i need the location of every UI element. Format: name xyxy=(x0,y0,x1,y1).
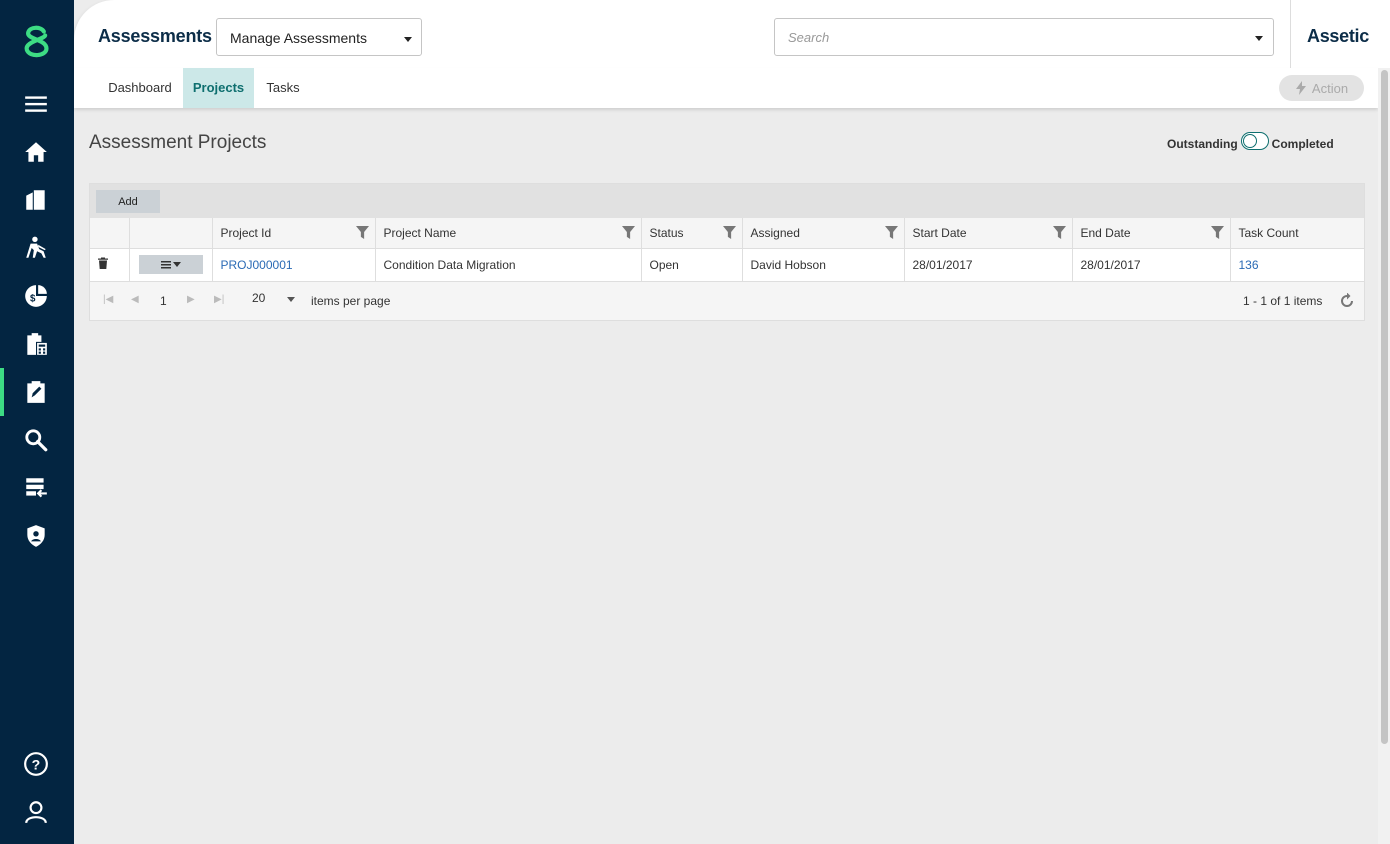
row-menu-cell xyxy=(129,248,213,282)
brand-logo-text: Assetic xyxy=(1307,26,1369,46)
chevron-down-icon xyxy=(404,37,412,42)
app-title: Assessments xyxy=(98,26,212,46)
page-size-select[interactable]: 20 xyxy=(252,291,265,305)
top-header: Assessments Manage Assessments Assetic xyxy=(74,0,1390,68)
delete-cell xyxy=(90,248,130,282)
toggle-label-completed: Completed xyxy=(1271,137,1334,151)
header-start-date[interactable]: Start Date xyxy=(904,218,1073,249)
items-per-page-label: items per page xyxy=(311,294,391,308)
first-page-icon[interactable]: |◀ xyxy=(103,294,113,305)
svg-text:?: ? xyxy=(32,756,41,772)
header-project-id[interactable]: Project Id xyxy=(212,218,376,249)
filter-icon[interactable] xyxy=(1052,226,1066,239)
sidebar-active-indicator xyxy=(0,368,4,416)
task-count-link[interactable]: 136 xyxy=(1239,258,1259,272)
filter-icon[interactable] xyxy=(1210,226,1224,239)
project-id-link[interactable]: PROJ000001 xyxy=(221,258,293,272)
finance-icon[interactable]: $ xyxy=(18,278,54,314)
hamburger-menu-icon[interactable] xyxy=(18,86,54,122)
prev-page-icon[interactable]: ◀ xyxy=(131,294,139,305)
add-button[interactable]: Add xyxy=(96,190,160,213)
chevron-down-icon xyxy=(172,262,181,267)
cell-assigned: David Hobson xyxy=(742,248,905,282)
last-page-icon[interactable]: ▶| xyxy=(214,294,224,305)
page-size-value: 20 xyxy=(252,291,266,305)
current-page[interactable]: 1 xyxy=(160,294,167,308)
status-toggle-group: Outstanding Completed xyxy=(1167,132,1334,153)
action-button[interactable]: Action xyxy=(1279,75,1364,101)
grid-toolbar: Add xyxy=(90,184,1364,218)
filter-icon[interactable] xyxy=(355,226,369,239)
tab-bar: Dashboard Projects Tasks Action xyxy=(74,68,1378,108)
search-input[interactable] xyxy=(776,20,1246,54)
sidebar: $ ? xyxy=(0,0,74,844)
cell-status: Open xyxy=(641,248,743,282)
lightning-icon xyxy=(1295,81,1306,95)
row-menu-button[interactable] xyxy=(138,255,203,274)
clipboard-calculator-icon[interactable] xyxy=(18,326,54,362)
header-divider xyxy=(1290,0,1291,68)
refresh-icon[interactable] xyxy=(1339,292,1355,309)
data-exchange-icon[interactable] xyxy=(18,470,54,506)
tab-projects[interactable]: Projects xyxy=(183,68,254,108)
buildings-icon[interactable] xyxy=(18,182,54,218)
header-menu xyxy=(129,218,213,249)
global-search[interactable] xyxy=(774,18,1274,56)
next-page-icon[interactable]: ▶ xyxy=(187,294,195,305)
user-icon[interactable] xyxy=(18,794,54,830)
header-assigned[interactable]: Assigned xyxy=(742,218,905,249)
list-icon xyxy=(160,260,171,268)
filter-icon[interactable] xyxy=(621,226,635,239)
cell-end-date: 28/01/2017 xyxy=(1072,248,1231,282)
search-icon[interactable] xyxy=(18,422,54,458)
security-shield-icon[interactable] xyxy=(18,518,54,554)
search-dropdown-icon[interactable] xyxy=(1255,36,1263,41)
module-select[interactable]: Manage Assessments xyxy=(216,18,422,56)
table-row: PROJ000001 Condition Data Migration Open… xyxy=(90,248,1364,282)
home-icon[interactable] xyxy=(18,134,54,170)
header-status[interactable]: Status xyxy=(641,218,743,249)
action-button-label: Action xyxy=(1311,80,1349,96)
projects-grid: Add Project Id Project Name Status Assig… xyxy=(89,183,1365,321)
toggle-label-outstanding: Outstanding xyxy=(1167,137,1238,151)
outstanding-completed-toggle[interactable] xyxy=(1240,132,1269,150)
module-select-value: Manage Assessments xyxy=(230,30,367,46)
cell-start-date: 28/01/2017 xyxy=(904,248,1073,282)
page-size-dropdown-icon[interactable] xyxy=(287,297,295,302)
assessment-icon[interactable] xyxy=(18,374,54,410)
grid-pager: |◀ ◀ 1 ▶ ▶| 20 items per page 1 - 1 of 1… xyxy=(90,282,1364,320)
table-header-row: Project Id Project Name Status Assigned … xyxy=(90,218,1364,249)
svg-text:$: $ xyxy=(30,293,36,304)
tab-tasks[interactable]: Tasks xyxy=(258,68,308,108)
header-project-name[interactable]: Project Name xyxy=(375,218,642,249)
projects-table: Project Id Project Name Status Assigned … xyxy=(90,218,1364,282)
help-icon[interactable]: ? xyxy=(18,746,54,782)
filter-icon[interactable] xyxy=(884,226,898,239)
cell-task-count: 136 xyxy=(1230,248,1364,282)
page-title: Assessment Projects xyxy=(89,132,267,153)
cell-project-id: PROJ000001 xyxy=(212,248,376,282)
page-scrollbar[interactable] xyxy=(1378,68,1390,844)
pager-info: 1 - 1 of 1 items xyxy=(1243,294,1323,308)
scroll-thumb[interactable] xyxy=(1381,70,1388,744)
header-delete xyxy=(90,218,130,249)
header-end-date[interactable]: End Date xyxy=(1072,218,1231,249)
filter-icon[interactable] xyxy=(722,226,736,239)
header-task-count[interactable]: Task Count xyxy=(1230,218,1364,249)
trash-icon[interactable] xyxy=(98,257,108,269)
logo-icon[interactable] xyxy=(18,24,54,60)
cell-project-name: Condition Data Migration xyxy=(375,248,642,282)
tab-dashboard[interactable]: Dashboard xyxy=(100,68,180,108)
worker-icon[interactable] xyxy=(18,230,54,266)
